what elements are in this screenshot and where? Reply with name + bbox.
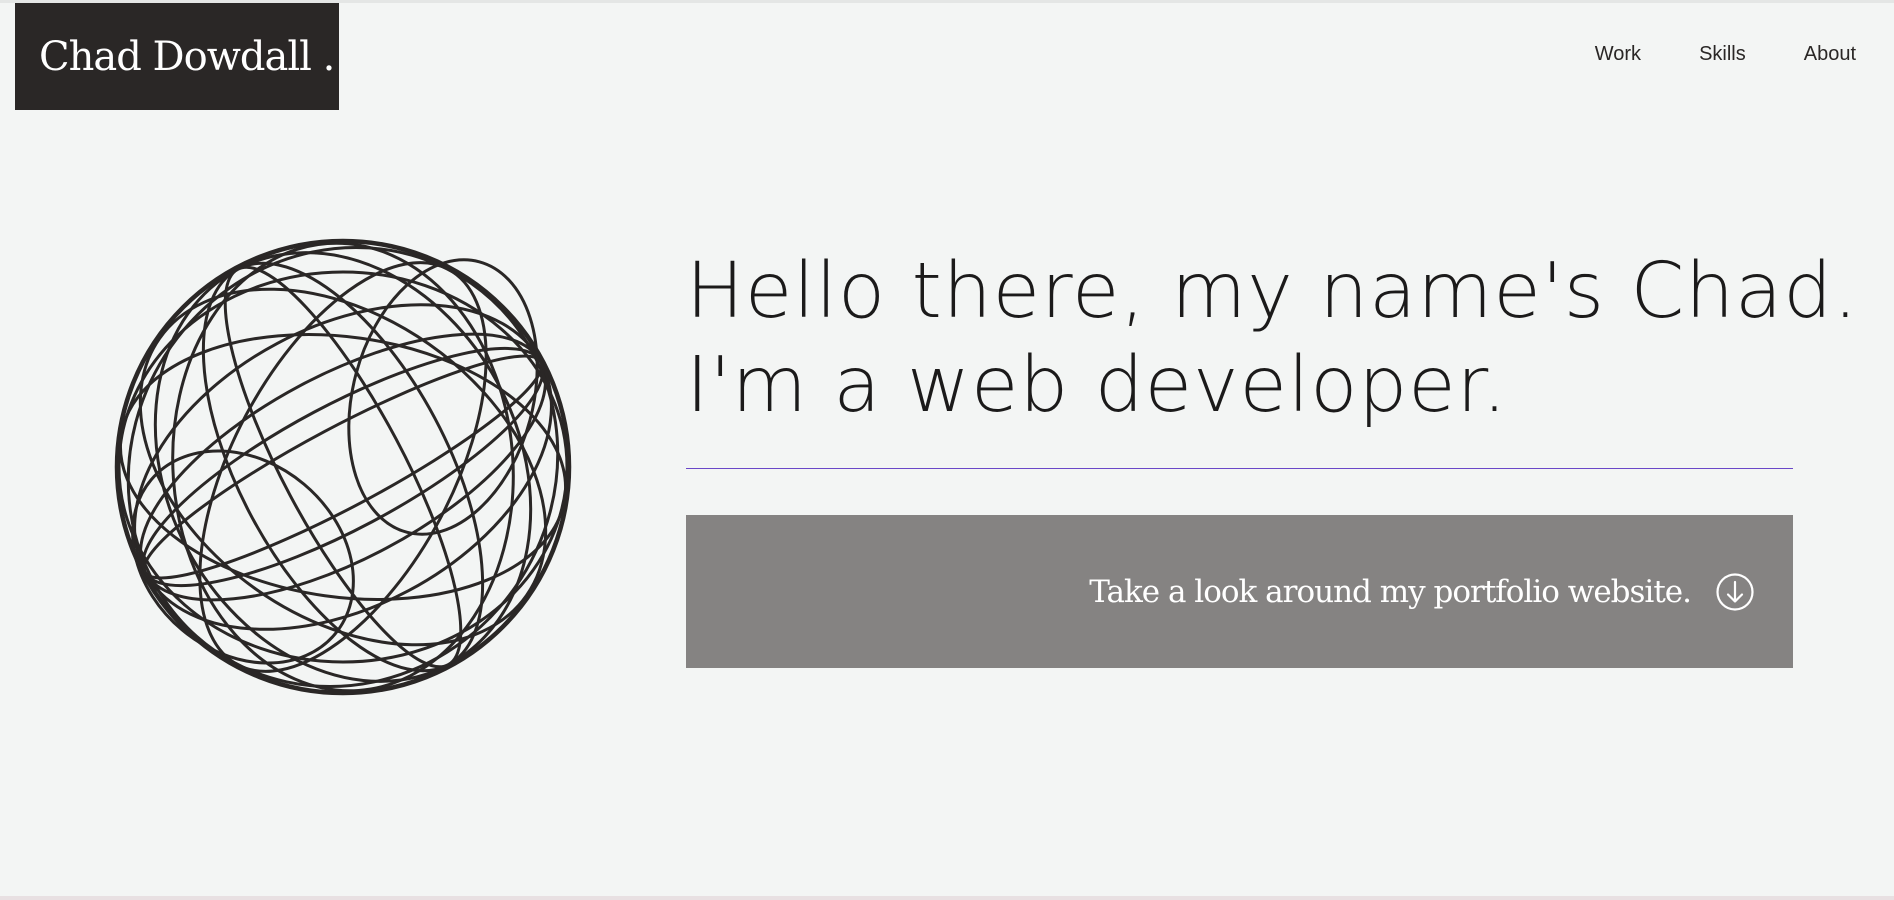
page: Chad Dowdall . Work Skills About Hello t… [0, 0, 1894, 900]
arrow-down-circle-icon [1715, 572, 1755, 612]
wireframe-globe-graphic [114, 238, 572, 696]
cta-label: Take a look around my portfolio website. [1089, 573, 1692, 610]
nav-item-skills[interactable]: Skills [1699, 43, 1746, 66]
main-nav: Work Skills About [1537, 43, 1856, 66]
nav-item-work[interactable]: Work [1595, 43, 1641, 66]
portfolio-cta-button[interactable]: Take a look around my portfolio website. [686, 515, 1793, 668]
headline-line-2: I'm a web developer. [686, 341, 1508, 430]
bottom-edge [0, 896, 1894, 900]
divider-line [686, 468, 1793, 469]
nav-item-about[interactable]: About [1804, 43, 1856, 66]
logo-text: Chad Dowdall . [39, 33, 335, 80]
headline-line-1: Hello there, my name's Chad. [686, 247, 1859, 336]
hero-headline: Hello there, my name's Chad. I'm a web d… [686, 245, 1859, 433]
site-logo[interactable]: Chad Dowdall . [15, 3, 339, 110]
